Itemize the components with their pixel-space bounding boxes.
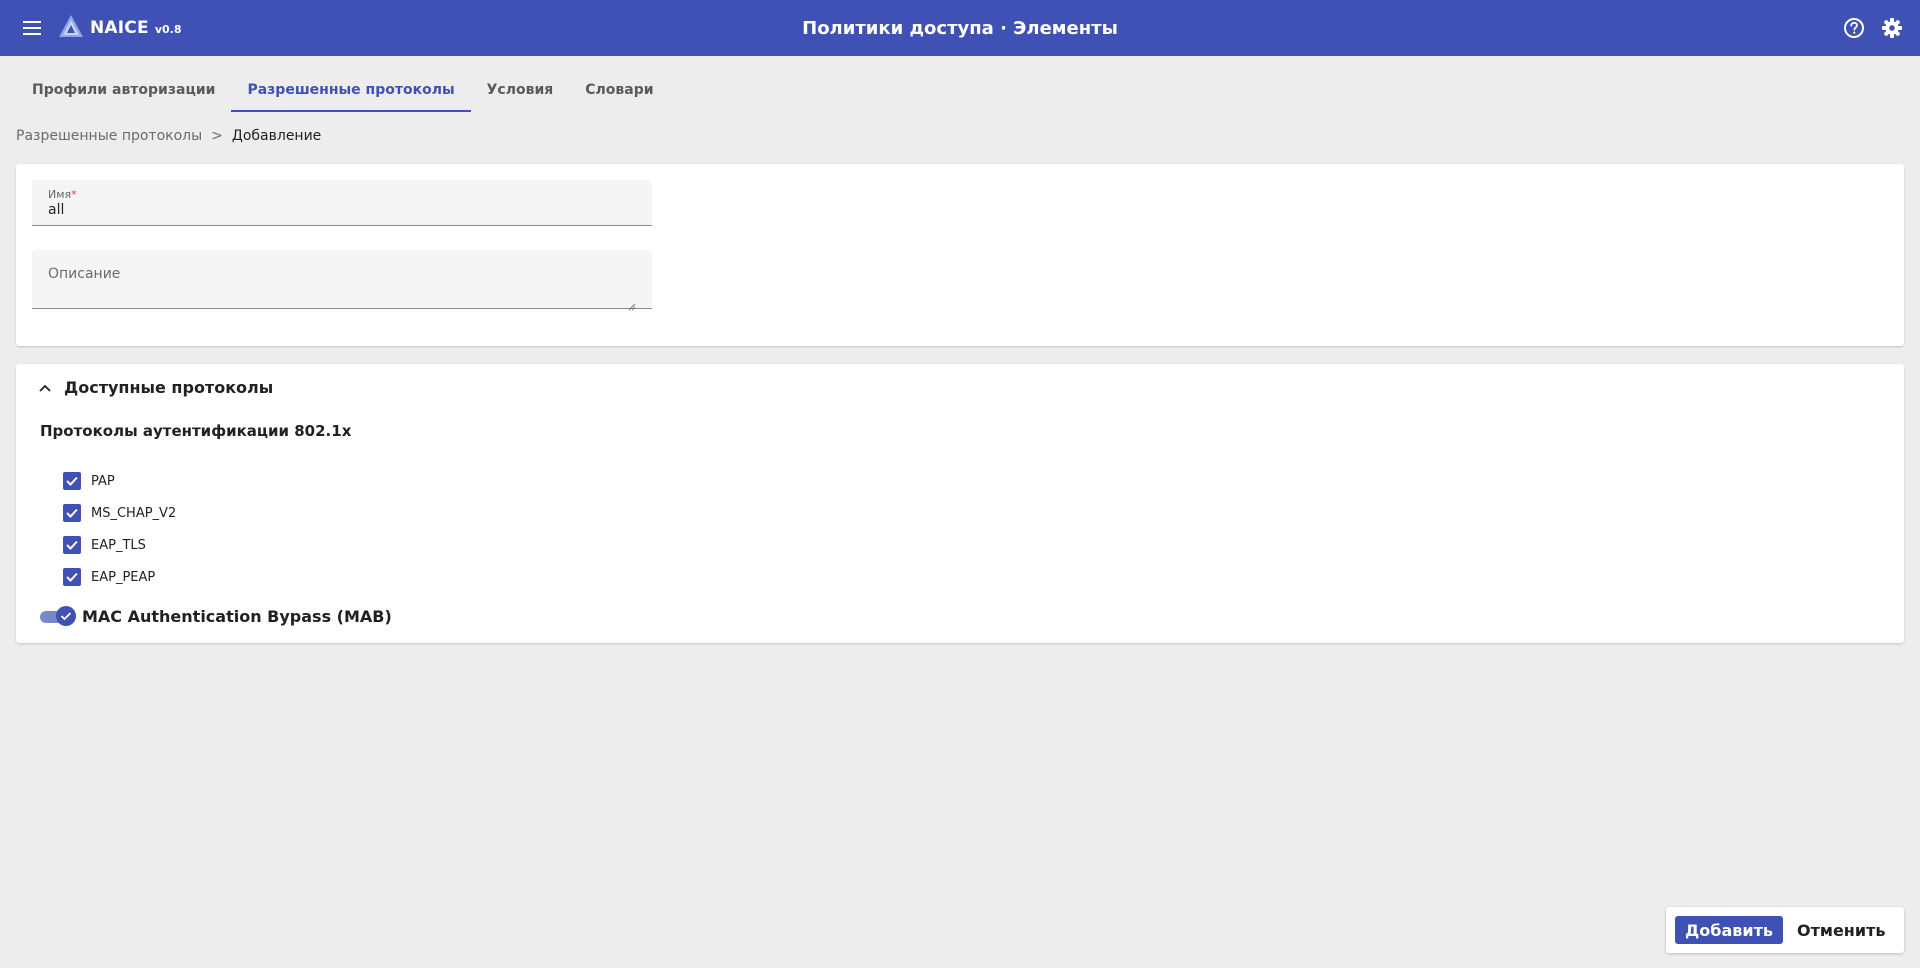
form-actions: Добавить Отменить	[1666, 907, 1904, 953]
protocols-section-toggle[interactable]: Доступные протоколы	[38, 378, 273, 397]
tab-allowed-protocols[interactable]: Разрешенные протоколы	[231, 70, 471, 112]
protocol-label: MS_CHAP_V2	[91, 505, 177, 521]
tab-conditions[interactable]: Условия	[471, 70, 570, 112]
mab-toggle[interactable]: MAC Authentication Bypass (MAB)	[40, 606, 392, 626]
breadcrumb: Разрешенные протоколы > Добавление	[16, 128, 321, 144]
required-mark: *	[71, 188, 77, 201]
app-version: v0.8	[154, 23, 182, 36]
resize-handle-icon[interactable]	[628, 296, 636, 311]
top-app-bar: NAICE v0.8 Политики доступа · Элементы	[0, 0, 1920, 56]
breadcrumb-separator: >	[211, 128, 223, 144]
tab-authorization-profiles[interactable]: Профили авторизации	[16, 70, 231, 112]
chevron-up-icon	[38, 378, 52, 397]
breadcrumb-parent-link[interactable]: Разрешенные протоколы	[16, 128, 202, 144]
app-name: NAICE	[90, 18, 149, 38]
protocol-label: EAP_TLS	[91, 537, 146, 553]
name-field-label: Имя*	[48, 188, 77, 201]
check-icon	[56, 606, 76, 626]
protocol-pap[interactable]: PAP	[63, 465, 176, 497]
protocol-eap-peap[interactable]: EAP_PEAP	[63, 561, 176, 593]
protocols-section-title: Доступные протоколы	[64, 378, 274, 397]
tab-bar: Профили авторизации Разрешенные протокол…	[16, 70, 670, 112]
breadcrumb-current: Добавление	[231, 128, 322, 144]
menu-icon[interactable]	[18, 14, 46, 42]
tab-dictionaries[interactable]: Словари	[569, 70, 669, 112]
name-field[interactable]: Имя* all	[32, 180, 652, 226]
protocol-eap-tls[interactable]: EAP_TLS	[63, 529, 176, 561]
help-circle-icon[interactable]	[1840, 14, 1868, 42]
protocol-label: PAP	[91, 473, 115, 489]
checkbox-checked-icon[interactable]	[63, 568, 81, 586]
cancel-button[interactable]: Отменить	[1797, 921, 1885, 940]
description-placeholder: Описание	[48, 266, 121, 282]
add-button[interactable]: Добавить	[1675, 916, 1783, 944]
checkbox-checked-icon[interactable]	[63, 536, 81, 554]
description-field[interactable]: Описание	[32, 250, 652, 311]
naice-logo-icon	[58, 14, 84, 42]
name-field-value[interactable]: all	[48, 202, 64, 218]
mab-label: MAC Authentication Bypass (MAB)	[82, 606, 392, 626]
checkbox-checked-icon[interactable]	[63, 504, 81, 522]
gear-icon[interactable]	[1878, 14, 1906, 42]
toggle-switch[interactable]	[40, 606, 76, 626]
checkbox-checked-icon[interactable]	[63, 472, 81, 490]
general-info-card: Имя* all Описание	[16, 164, 1904, 346]
page-title: Политики доступа · Элементы	[802, 17, 1118, 39]
app-logo[interactable]: NAICE v0.8	[58, 14, 181, 42]
protocol-checkbox-list: PAP MS_CHAP_V2 EAP_TLS EAP_PEAP	[63, 465, 176, 593]
protocol-ms-chap-v2[interactable]: MS_CHAP_V2	[63, 497, 176, 529]
available-protocols-card: Доступные протоколы Протоколы аутентифик…	[16, 364, 1904, 643]
auth-protocols-heading: Протоколы аутентификации 802.1x	[40, 422, 352, 440]
protocol-label: EAP_PEAP	[91, 569, 156, 585]
